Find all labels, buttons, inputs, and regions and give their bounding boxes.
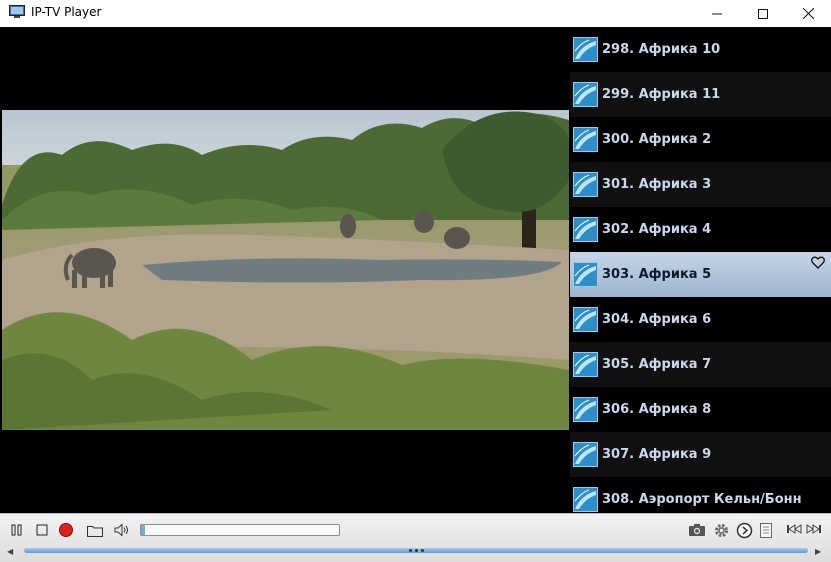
playlist-item[interactable]: 302. Африка 4 <box>570 207 831 252</box>
minimize-icon <box>712 13 722 14</box>
stop-icon <box>36 524 48 536</box>
channel-logo-icon <box>573 307 598 332</box>
mute-button[interactable] <box>114 522 130 538</box>
maximize-button[interactable] <box>740 0 786 27</box>
playlist-toggle-button[interactable] <box>759 521 773 539</box>
previous-icon <box>787 524 802 534</box>
seek-left-arrow[interactable]: ◀ <box>7 547 13 556</box>
previous-channel-button[interactable] <box>786 522 802 536</box>
playlist-item[interactable]: 307. Африка 9 <box>570 432 831 477</box>
playlist-item[interactable]: 304. Африка 6 <box>570 297 831 342</box>
next-icon <box>806 524 821 534</box>
playlist-item-label: 298. Африка 10 <box>602 42 721 57</box>
scheduler-button[interactable] <box>735 521 753 539</box>
seek-right-arrow[interactable]: ▶ <box>815 547 821 556</box>
channel-logo-icon <box>573 352 598 377</box>
playlist-item[interactable]: 305. Африка 7 <box>570 342 831 387</box>
playlist-item[interactable]: 301. Африка 3 <box>570 162 831 207</box>
tv-app-icon <box>9 5 25 18</box>
channel-logo-icon <box>573 487 598 512</box>
close-button[interactable] <box>785 0 831 27</box>
playlist-item-label: 304. Африка 6 <box>602 312 712 327</box>
stop-button[interactable] <box>35 523 49 537</box>
playlist-item-label: 307. Африка 9 <box>602 447 712 462</box>
playlist-item[interactable]: 298. Африка 10 <box>570 27 831 72</box>
record-button[interactable] <box>58 522 74 538</box>
snapshot-button[interactable] <box>688 522 706 538</box>
next-channel-button[interactable] <box>806 522 822 536</box>
playlist-item-label: 305. Африка 7 <box>602 357 712 372</box>
playlist-item-label: 300. Африка 2 <box>602 132 712 147</box>
playlist-item-label: 299. Африка 11 <box>602 87 721 102</box>
pause-button[interactable] <box>10 523 24 537</box>
channel-logo-icon <box>573 397 598 422</box>
playlist-item[interactable]: 303. Африка 5 <box>570 252 831 297</box>
playlist-item[interactable]: 308. Аэропорт Кельн/Бонн <box>570 477 831 513</box>
playlist-item-label: 306. Африка 8 <box>602 402 712 417</box>
camera-icon <box>689 524 705 536</box>
list-icon <box>760 522 772 538</box>
playlist-item-label: 301. Африка 3 <box>602 177 712 192</box>
clock-icon <box>736 522 752 538</box>
favorite-heart-icon[interactable] <box>811 256 825 269</box>
channel-logo-icon <box>573 172 598 197</box>
playlist-item[interactable]: 300. Африка 2 <box>570 117 831 162</box>
close-icon <box>802 8 814 19</box>
folder-icon <box>87 525 103 537</box>
playlist-panel[interactable]: 298. Африка 10 299. Африка 11 300. Африка … <box>570 27 831 513</box>
minimize-button[interactable] <box>694 0 740 27</box>
record-icon <box>59 523 73 537</box>
open-file-button[interactable] <box>86 522 104 538</box>
playlist-item[interactable]: 306. Африка 8 <box>570 387 831 432</box>
channel-logo-icon <box>573 217 598 242</box>
video-frame[interactable] <box>2 110 569 430</box>
channel-logo-icon <box>573 37 598 62</box>
playlist-item-label: 303. Африка 5 <box>602 267 712 282</box>
playlist-item[interactable]: 299. Африка 11 <box>570 72 831 117</box>
seek-grip[interactable] <box>405 547 427 554</box>
control-bar: ◀ ▶ <box>0 513 831 562</box>
title-bar: IP-TV Player <box>0 0 831 27</box>
maximize-icon <box>758 8 768 19</box>
settings-button[interactable] <box>712 521 730 539</box>
window-title: IP-TV Player <box>31 5 102 19</box>
volume-icon <box>114 523 128 537</box>
gear-icon <box>714 523 728 537</box>
channel-logo-icon <box>573 82 598 107</box>
volume-level <box>141 525 145 535</box>
volume-slider[interactable] <box>140 524 340 536</box>
channel-logo-icon <box>573 442 598 467</box>
playlist-item-label: 302. Африка 4 <box>602 222 712 237</box>
channel-logo-icon <box>573 262 598 287</box>
channel-logo-icon <box>573 127 598 152</box>
pause-icon <box>11 524 22 536</box>
video-area[interactable] <box>0 27 570 513</box>
playlist-item-label: 308. Аэропорт Кельн/Бонн <box>602 492 802 507</box>
